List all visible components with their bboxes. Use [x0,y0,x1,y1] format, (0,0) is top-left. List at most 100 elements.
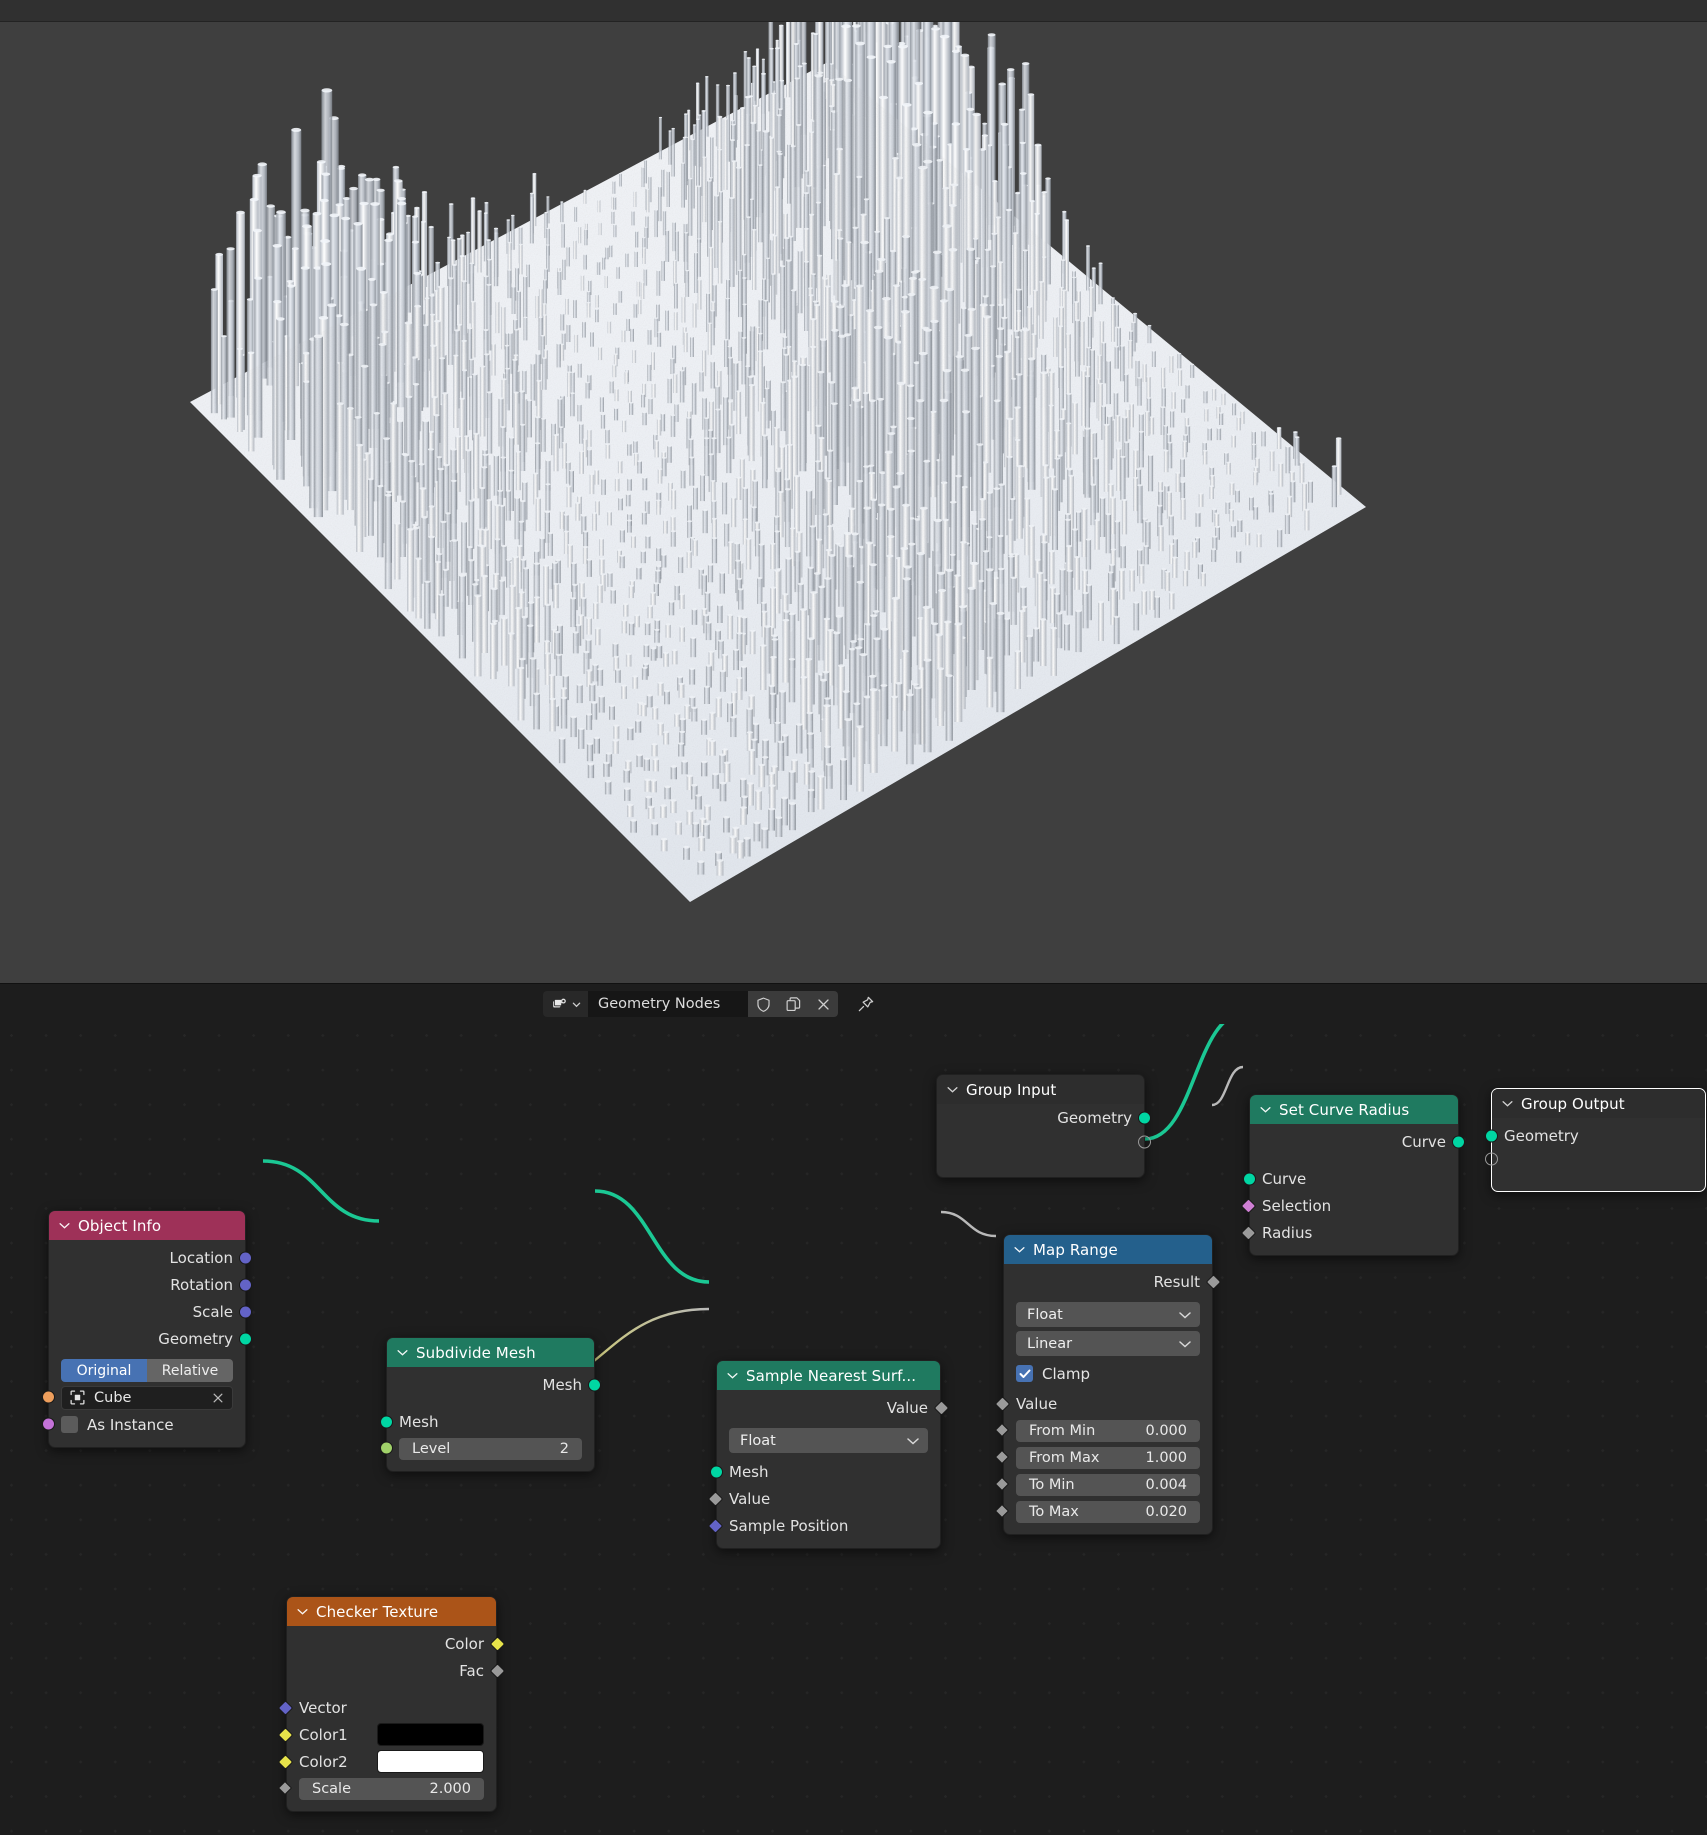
data-type-dropdown[interactable]: Float [729,1428,928,1453]
socket-curve-output[interactable] [1452,1135,1465,1148]
data-type-dropdown[interactable]: Float [1016,1302,1200,1327]
socket-row-sample-position-in[interactable]: Sample Position [707,1512,940,1539]
chevron-down-icon[interactable] [397,1349,408,1356]
socket-geometry-output[interactable] [239,1332,252,1345]
socket-location-output[interactable] [239,1251,252,1264]
to-min-field[interactable]: To Min 0.004 [1016,1473,1200,1496]
transform-space-relative[interactable]: Relative [147,1359,233,1382]
socket-row-curve-out[interactable]: Curve [1250,1128,1465,1155]
socket-row-rotation-out[interactable]: Rotation [49,1271,252,1298]
color2-swatch[interactable] [377,1750,484,1773]
x-icon[interactable] [211,1391,225,1405]
chevron-down-icon[interactable] [1014,1246,1025,1253]
socket-row-fac-out[interactable]: Fac [287,1657,506,1684]
socket-row-extend-in[interactable] [1485,1149,1705,1169]
socket-row-scale-out[interactable]: Scale [49,1298,252,1325]
node-header-checker-texture[interactable]: Checker Texture [287,1597,496,1626]
socket-row-mesh-in[interactable]: Mesh [710,1458,940,1485]
socket-color2-input[interactable] [277,1753,294,1770]
socket-geometry-output[interactable] [1138,1111,1151,1124]
object-selector-field[interactable]: Cube [61,1385,233,1410]
node-header-object-info[interactable]: Object Info [49,1211,245,1240]
socket-row-mesh-in[interactable]: Mesh [380,1408,594,1435]
socket-rotation-output[interactable] [239,1278,252,1291]
node-header-group-input[interactable]: Group Input [937,1075,1144,1104]
node-map-range[interactable]: Map Range Result Float Linear Clamp Valu… [994,1234,1222,1535]
from-min-field[interactable]: From Min 0.000 [1016,1419,1200,1442]
pin-node-tree-button[interactable] [852,991,880,1017]
clamp-checkbox[interactable] [1016,1365,1033,1382]
socket-to-min[interactable] [994,1476,1010,1492]
socket-scale-output[interactable] [239,1305,252,1318]
chevron-down-icon[interactable] [297,1608,308,1615]
socket-row-value-in[interactable]: Value [707,1485,940,1512]
socket-row-geometry-out[interactable]: Geometry [937,1104,1151,1131]
chevron-down-icon[interactable] [1502,1100,1513,1107]
socket-row-selection-in[interactable]: Selection [1240,1192,1458,1219]
node-sample-nearest-surface[interactable]: Sample Nearest Surf... Value Float Mesh … [707,1360,950,1549]
node-header-set-curve-radius[interactable]: Set Curve Radius [1250,1095,1458,1124]
level-field[interactable]: Level 2 [399,1437,582,1460]
socket-scale-input[interactable] [277,1780,293,1796]
new-node-tree-button[interactable] [778,991,808,1017]
socket-row-extend-out[interactable] [937,1131,1151,1153]
socket-row-result-out[interactable]: Result [1004,1268,1222,1295]
socket-curve-input[interactable] [1243,1172,1256,1185]
socket-object-input[interactable] [42,1390,55,1404]
chevron-down-icon[interactable] [727,1372,738,1379]
node-group-input[interactable]: Group Input Geometry [936,1074,1151,1178]
editor-type-selector[interactable] [543,991,588,1017]
fake-user-button[interactable] [748,991,778,1017]
socket-value-input[interactable] [994,1395,1011,1412]
socket-value-output[interactable] [933,1399,950,1416]
chevron-down-icon[interactable] [1260,1106,1271,1113]
socket-fac-output[interactable] [489,1662,506,1679]
node-tree-name-field[interactable]: Geometry Nodes [588,991,748,1017]
from-max-field[interactable]: From Max 1.000 [1016,1446,1200,1469]
socket-mesh-input[interactable] [380,1415,393,1428]
socket-extend-output[interactable] [1138,1135,1151,1149]
socket-row-curve-in[interactable]: Curve [1243,1165,1458,1192]
transform-space-toggle[interactable]: Original Relative [61,1359,233,1382]
socket-row-geometry-out[interactable]: Geometry [49,1325,252,1352]
socket-row-value-in[interactable]: Value [994,1390,1212,1417]
socket-to-max[interactable] [994,1503,1010,1519]
socket-row-mesh-out[interactable]: Mesh [387,1371,601,1398]
socket-color1-input[interactable] [277,1726,294,1743]
node-header-group-output[interactable]: Group Output [1492,1089,1705,1118]
chevron-down-icon[interactable] [59,1222,70,1229]
as-instance-checkbox[interactable] [61,1416,78,1433]
socket-vector-input[interactable] [277,1699,294,1716]
chevron-down-icon[interactable] [947,1086,958,1093]
socket-as-instance-input[interactable] [42,1417,55,1431]
unlink-node-tree-button[interactable] [808,991,838,1017]
socket-sample-position-input[interactable] [707,1517,724,1534]
socket-row-vector-in[interactable]: Vector [277,1694,496,1721]
node-checker-texture[interactable]: Checker Texture Color Fac Vector Color1 [277,1596,506,1812]
socket-from-max[interactable] [994,1449,1010,1465]
socket-selection-input[interactable] [1240,1197,1257,1214]
interpolation-dropdown[interactable]: Linear [1016,1331,1200,1356]
socket-row-value-out[interactable]: Value [717,1394,950,1421]
scale-field[interactable]: Scale 2.000 [299,1777,484,1800]
color1-swatch[interactable] [377,1723,484,1746]
socket-from-min[interactable] [994,1422,1010,1438]
socket-geometry-input[interactable] [1485,1129,1498,1142]
socket-row-color-out[interactable]: Color [287,1630,506,1657]
node-header-map-range[interactable]: Map Range [1004,1235,1212,1264]
socket-result-output[interactable] [1205,1273,1222,1290]
socket-mesh-output[interactable] [588,1378,601,1391]
socket-extend-input[interactable] [1485,1152,1498,1166]
socket-row-location-out[interactable]: Location [49,1244,252,1271]
node-header-sample-nearest-surface[interactable]: Sample Nearest Surf... [717,1361,940,1390]
to-max-field[interactable]: To Max 0.020 [1016,1500,1200,1523]
node-editor-canvas[interactable]: Group Input Geometry Set Curve Radius Cu… [0,1024,1707,1835]
socket-value-input[interactable] [707,1490,724,1507]
node-object-info[interactable]: Object Info Location Rotation Scale Geom… [42,1210,252,1448]
socket-radius-input[interactable] [1240,1224,1257,1241]
transform-space-original[interactable]: Original [61,1359,147,1382]
socket-level-input[interactable] [380,1441,393,1455]
3d-viewport[interactable] [0,22,1707,983]
socket-row-geometry-in[interactable]: Geometry [1485,1122,1705,1149]
node-set-curve-radius[interactable]: Set Curve Radius Curve Curve Selection R… [1240,1094,1465,1256]
